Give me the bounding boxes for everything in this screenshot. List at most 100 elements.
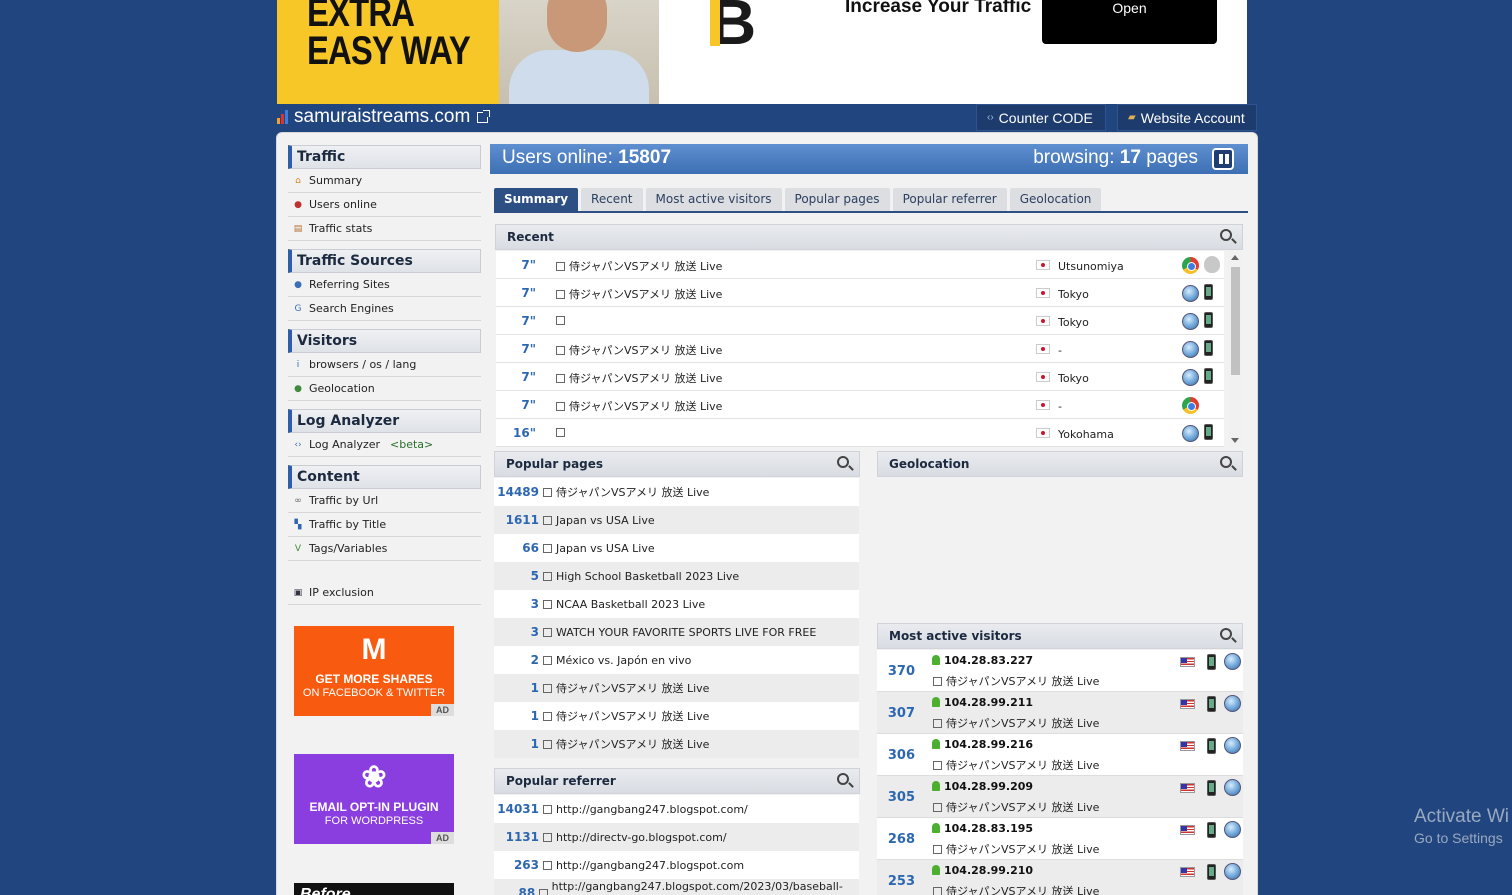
recent-row[interactable]: 7" 侍ジャパンVSアメリ 放送 Live - <box>496 391 1224 419</box>
sidebar-item-ip-exclusion[interactable]: ▣ IP exclusion <box>288 581 481 605</box>
active-visitor-row[interactable]: 305 104.28.99.209 侍ジャパンVSアメリ 放送 Live <box>877 776 1243 818</box>
search-icon[interactable] <box>837 773 849 785</box>
recent-page[interactable]: 侍ジャパンVSアメリ 放送 Live <box>556 286 722 302</box>
pause-icon[interactable] <box>1212 148 1234 170</box>
top-ad-banner[interactable]: EXTRA EASY WAY B Increase Your Traffic O… <box>277 0 1247 104</box>
popular-pages-row[interactable]: 3 WATCH YOUR FAVORITE SPORTS LIVE FOR FRE… <box>494 618 859 646</box>
external-link-icon[interactable] <box>556 316 565 325</box>
popular-pages-row[interactable]: 3 NCAA Basketball 2023 Live <box>494 590 859 618</box>
visitor-page[interactable]: 侍ジャパンVSアメリ 放送 Live <box>933 799 1099 815</box>
sidebar-item-browsers-os-lang[interactable]: i browsers / os / lang <box>288 353 481 377</box>
external-link-icon[interactable] <box>539 888 548 895</box>
external-link-icon[interactable] <box>543 543 552 553</box>
popular-referrer-row[interactable]: 88 http://gangbang247.blogspot.com/2023/0… <box>494 879 859 895</box>
recent-page[interactable]: 侍ジャパンVSアメリ 放送 Live <box>556 398 722 414</box>
recent-page[interactable] <box>556 426 569 439</box>
external-link-icon[interactable] <box>933 803 942 812</box>
recent-row[interactable]: 7" 侍ジャパンVSアメリ 放送 Live Tokyo <box>496 279 1224 307</box>
active-visitor-row[interactable]: 268 104.28.83.195 侍ジャパンVSアメリ 放送 Live <box>877 818 1243 860</box>
sidebar-item-log-analyzer[interactable]: ‹› Log Analyzer <beta> <box>288 433 481 457</box>
recent-scrollbar[interactable] <box>1228 251 1242 447</box>
external-link-icon[interactable] <box>933 887 942 895</box>
external-link-icon[interactable] <box>543 739 552 749</box>
tab-geolocation[interactable]: Geolocation <box>1009 188 1102 211</box>
sidebar-item-summary[interactable]: ⌂ Summary <box>288 169 481 193</box>
recent-row[interactable]: 7" 侍ジャパンVSアメリ 放送 Live Utsunomiya <box>496 251 1224 279</box>
sidebar-item-tags-variables[interactable]: V Tags/Variables <box>288 537 481 561</box>
popular-pages-row[interactable]: 66 Japan vs USA Live <box>494 534 859 562</box>
tab-popular-pages[interactable]: Popular pages <box>784 188 890 211</box>
sidebar-item-traffic-by-title[interactable]: ▚ Traffic by Title <box>288 513 481 537</box>
visitor-page[interactable]: 侍ジャパンVSアメリ 放送 Live <box>933 883 1099 895</box>
search-icon[interactable] <box>1220 628 1232 640</box>
sidebar-item-search-engines[interactable]: G Search Engines <box>288 297 481 321</box>
external-link-icon[interactable] <box>933 761 942 770</box>
tab-most-active-visitors[interactable]: Most active visitors <box>645 188 782 211</box>
external-link-icon[interactable] <box>556 262 565 271</box>
popular-pages-row[interactable]: 1 侍ジャパンVSアメリ 放送 Live <box>494 674 859 702</box>
recent-page[interactable]: 侍ジャパンVSアメリ 放送 Live <box>556 258 722 274</box>
active-visitor-row[interactable]: 307 104.28.99.211 侍ジャパンVSアメリ 放送 Live <box>877 692 1243 734</box>
search-icon[interactable] <box>1220 229 1232 241</box>
site-name-link[interactable]: samuraistreams.com <box>277 106 491 128</box>
sidebar-item-referring-sites[interactable]: ● Referring Sites <box>288 273 481 297</box>
active-visitor-row[interactable]: 370 104.28.83.227 侍ジャパンVSアメリ 放送 Live <box>877 650 1243 692</box>
external-link-icon[interactable] <box>543 627 552 637</box>
popular-referrer-row[interactable]: 263 http://gangbang247.blogspot.com <box>494 851 859 879</box>
external-link-icon[interactable] <box>556 374 565 383</box>
counter-code-button[interactable]: ‹› Counter CODE <box>976 104 1106 131</box>
external-link-icon[interactable] <box>933 719 942 728</box>
external-link-icon[interactable] <box>543 599 552 609</box>
scroll-down-icon[interactable] <box>1231 438 1239 443</box>
popular-pages-row[interactable]: 1 侍ジャパンVSアメリ 放送 Live <box>494 730 859 758</box>
recent-row[interactable]: 16" Yokohama <box>496 419 1224 447</box>
external-link-icon[interactable] <box>543 832 552 842</box>
visitor-page[interactable]: 侍ジャパンVSアメリ 放送 Live <box>933 715 1099 731</box>
recent-row[interactable]: 7" 侍ジャパンVSアメリ 放送 Live Tokyo <box>496 363 1224 391</box>
scroll-thumb[interactable] <box>1231 267 1240 375</box>
popular-pages-row[interactable]: 14489 侍ジャパンVSアメリ 放送 Live <box>494 478 859 506</box>
tab-popular-referrer[interactable]: Popular referrer <box>892 188 1007 211</box>
external-link-icon[interactable] <box>556 290 565 299</box>
sidebar-item-traffic-stats[interactable]: ▤ Traffic stats <box>288 217 481 241</box>
popular-pages-row[interactable]: 1611 Japan vs USA Live <box>494 506 859 534</box>
external-link-icon[interactable] <box>543 804 552 814</box>
external-link-icon[interactable] <box>543 860 552 870</box>
external-link-icon[interactable] <box>556 402 565 411</box>
popular-referrer-row[interactable]: 14031 http://gangbang247.blogspot.com/ <box>494 795 859 823</box>
external-link-icon[interactable] <box>543 515 552 525</box>
visitor-page[interactable]: 侍ジャパンVSアメリ 放送 Live <box>933 757 1099 773</box>
tab-recent[interactable]: Recent <box>581 188 643 211</box>
sidebar-item-geolocation[interactable]: ● Geolocation <box>288 377 481 401</box>
external-link-icon[interactable] <box>477 109 491 123</box>
recent-row[interactable]: 7" 侍ジャパンVSアメリ 放送 Live - <box>496 335 1224 363</box>
search-icon[interactable] <box>837 456 849 468</box>
recent-row[interactable]: 7" Tokyo <box>496 307 1224 335</box>
popular-pages-row[interactable]: 1 侍ジャパンVSアメリ 放送 Live <box>494 702 859 730</box>
external-link-icon[interactable] <box>556 346 565 355</box>
sidebar-item-users-online[interactable]: ● Users online <box>288 193 481 217</box>
scroll-up-icon[interactable] <box>1231 255 1239 260</box>
popular-pages-row[interactable]: 5 High School Basketball 2023 Live <box>494 562 859 590</box>
sidebar-ad-third[interactable]: Before <box>294 883 454 895</box>
recent-page[interactable] <box>556 314 569 327</box>
external-link-icon[interactable] <box>543 571 552 581</box>
ad-open-button[interactable]: Open <box>1042 0 1217 44</box>
sidebar-item-traffic-by-url[interactable]: ∞ Traffic by Url <box>288 489 481 513</box>
external-link-icon[interactable] <box>543 655 552 665</box>
popular-referrer-row[interactable]: 1131 http://directv-go.blogspot.com/ <box>494 823 859 851</box>
search-icon[interactable] <box>1220 456 1232 468</box>
tab-summary[interactable]: Summary <box>494 188 579 211</box>
visitor-page[interactable]: 侍ジャパンVSアメリ 放送 Live <box>933 673 1099 689</box>
active-visitor-row[interactable]: 306 104.28.99.216 侍ジャパンVSアメリ 放送 Live <box>877 734 1243 776</box>
recent-page[interactable]: 侍ジャパンVSアメリ 放送 Live <box>556 370 722 386</box>
external-link-icon[interactable] <box>933 845 942 854</box>
website-account-button[interactable]: ▰ Website Account <box>1117 104 1257 131</box>
external-link-icon[interactable] <box>556 428 565 437</box>
popular-pages-row[interactable]: 2 México vs. Japón en vivo <box>494 646 859 674</box>
sidebar-ad-shares[interactable]: M GET MORE SHARES ON FACEBOOK & TWITTER … <box>294 626 454 716</box>
sidebar-ad-optin[interactable]: ❀ EMAIL OPT-IN PLUGIN FOR WORDPRESS AD <box>294 754 454 844</box>
external-link-icon[interactable] <box>543 711 552 721</box>
external-link-icon[interactable] <box>543 683 552 693</box>
recent-page[interactable]: 侍ジャパンVSアメリ 放送 Live <box>556 342 722 358</box>
